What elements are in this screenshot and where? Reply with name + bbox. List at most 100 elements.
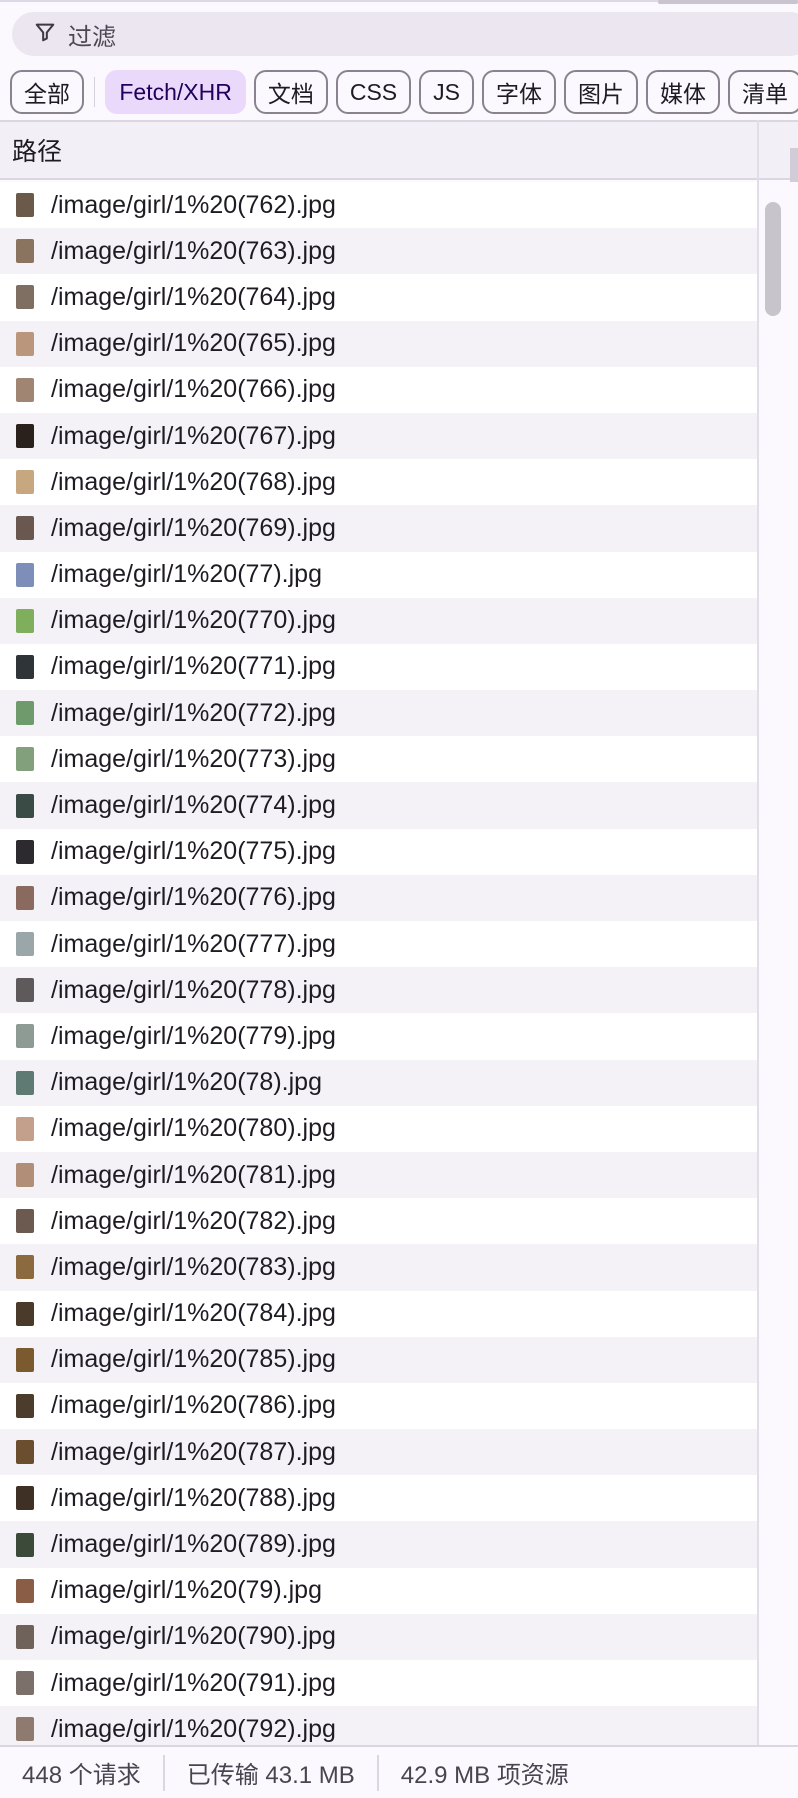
request-path: /image/girl/1%20(786).jpg xyxy=(51,1391,336,1420)
table-row[interactable]: /image/girl/1%20(776).jpg xyxy=(0,874,757,921)
image-thumbnail-icon xyxy=(16,1347,34,1372)
filter-chip[interactable]: 字体 xyxy=(482,70,556,114)
request-path: /image/girl/1%20(781).jpg xyxy=(51,1160,336,1189)
vertical-scrollbar-thumb[interactable] xyxy=(765,202,781,316)
image-thumbnail-icon xyxy=(16,1255,34,1280)
table-row[interactable]: /image/girl/1%20(79).jpg xyxy=(0,1567,757,1614)
filter-chip[interactable]: JS xyxy=(419,70,474,114)
table-row[interactable]: /image/girl/1%20(765).jpg xyxy=(0,320,757,367)
image-thumbnail-icon xyxy=(16,793,34,818)
table-row[interactable]: /image/girl/1%20(773).jpg xyxy=(0,736,757,783)
table-row[interactable]: /image/girl/1%20(785).jpg xyxy=(0,1336,757,1383)
table-row[interactable]: /image/girl/1%20(767).jpg xyxy=(0,412,757,460)
filter-chip[interactable]: Fetch/XHR xyxy=(105,70,246,114)
image-thumbnail-icon xyxy=(16,701,34,726)
request-path: /image/girl/1%20(79).jpg xyxy=(51,1576,322,1605)
image-thumbnail-icon xyxy=(16,1578,34,1603)
request-path: /image/girl/1%20(771).jpg xyxy=(51,652,336,681)
table-row[interactable]: /image/girl/1%20(784).jpg xyxy=(0,1290,757,1337)
request-path: /image/girl/1%20(779).jpg xyxy=(51,1021,336,1050)
image-thumbnail-icon xyxy=(16,1486,34,1511)
request-path: /image/girl/1%20(766).jpg xyxy=(51,375,336,404)
table-row[interactable]: /image/girl/1%20(766).jpg xyxy=(0,366,757,413)
table-row[interactable]: /image/girl/1%20(78).jpg xyxy=(0,1059,757,1106)
table-row[interactable]: /image/girl/1%20(778).jpg xyxy=(0,967,757,1014)
image-thumbnail-icon xyxy=(16,1532,34,1557)
image-thumbnail-icon xyxy=(16,1393,34,1418)
image-thumbnail-icon xyxy=(16,1624,34,1649)
table-row[interactable]: /image/girl/1%20(764).jpg xyxy=(0,274,757,321)
table-row[interactable]: /image/girl/1%20(786).jpg xyxy=(0,1382,757,1430)
request-path: /image/girl/1%20(77).jpg xyxy=(51,560,322,589)
request-path: /image/girl/1%20(774).jpg xyxy=(51,791,336,820)
table-row[interactable]: /image/girl/1%20(779).jpg xyxy=(0,1013,757,1060)
table-row[interactable]: /image/girl/1%20(769).jpg xyxy=(0,505,757,552)
panel-top-edge xyxy=(0,0,798,6)
request-path: /image/girl/1%20(782).jpg xyxy=(51,1206,336,1235)
image-thumbnail-icon xyxy=(16,377,34,402)
table-row[interactable]: /image/girl/1%20(791).jpg xyxy=(0,1660,757,1707)
filter-chip[interactable]: 文档 xyxy=(253,70,328,114)
table-row[interactable]: /image/girl/1%20(777).jpg xyxy=(0,921,757,968)
request-path: /image/girl/1%20(767).jpg xyxy=(51,421,336,450)
request-path: /image/girl/1%20(787).jpg xyxy=(51,1437,336,1466)
table-row[interactable]: /image/girl/1%20(788).jpg xyxy=(0,1475,757,1522)
request-path: /image/girl/1%20(780).jpg xyxy=(51,1114,336,1143)
table-row[interactable]: /image/girl/1%20(787).jpg xyxy=(0,1429,757,1476)
image-thumbnail-icon xyxy=(16,1070,34,1095)
image-thumbnail-icon xyxy=(16,978,34,1003)
image-thumbnail-icon xyxy=(16,1024,34,1049)
table-row[interactable]: /image/girl/1%20(780).jpg xyxy=(0,1105,757,1152)
filter-chip[interactable]: 媒体 xyxy=(646,70,720,114)
request-path: /image/girl/1%20(785).jpg xyxy=(51,1345,336,1374)
filter-chip[interactable]: 图片 xyxy=(564,70,638,114)
table-row[interactable]: /image/girl/1%20(775).jpg xyxy=(0,828,757,875)
table-row[interactable]: /image/girl/1%20(783).jpg xyxy=(0,1244,757,1291)
status-bar: 448 个请求 已传输 43.1 MB 42.9 MB 项资源 xyxy=(0,1745,798,1798)
image-thumbnail-icon xyxy=(16,1717,34,1742)
request-path: /image/girl/1%20(764).jpg xyxy=(51,282,336,311)
resource-type-filters: 全部 Fetch/XHR 文档 CSS JS 字体 图片 媒体 清单 xyxy=(10,70,798,114)
request-path: /image/girl/1%20(772).jpg xyxy=(51,698,336,727)
table-row[interactable]: /image/girl/1%20(792).jpg xyxy=(0,1706,757,1745)
filter-input[interactable]: 过滤 xyxy=(12,12,798,56)
image-thumbnail-icon xyxy=(16,562,34,587)
request-path: /image/girl/1%20(778).jpg xyxy=(51,975,336,1004)
request-path: /image/girl/1%20(763).jpg xyxy=(51,236,336,265)
header-column-resizer[interactable] xyxy=(757,120,798,184)
image-thumbnail-icon xyxy=(16,239,34,264)
request-list: /image/girl/1%20(762).jpg/image/girl/1%2… xyxy=(0,182,757,1745)
table-row[interactable]: /image/girl/1%20(789).jpg xyxy=(0,1521,757,1568)
table-row[interactable]: /image/girl/1%20(763).jpg xyxy=(0,228,757,275)
image-thumbnail-icon xyxy=(16,1671,34,1696)
image-thumbnail-icon xyxy=(16,839,34,864)
table-row[interactable]: /image/girl/1%20(772).jpg xyxy=(0,690,757,737)
request-path: /image/girl/1%20(788).jpg xyxy=(51,1483,336,1512)
filter-chip[interactable]: 清单 xyxy=(728,70,798,114)
image-thumbnail-icon xyxy=(16,1116,34,1141)
vertical-scrollbar-track[interactable] xyxy=(759,182,798,1745)
table-row[interactable]: /image/girl/1%20(762).jpg xyxy=(0,182,757,229)
path-header-label: 路径 xyxy=(12,138,63,166)
table-row[interactable]: /image/girl/1%20(771).jpg xyxy=(0,643,757,691)
request-path: /image/girl/1%20(762).jpg xyxy=(51,190,336,219)
request-path: /image/girl/1%20(770).jpg xyxy=(51,606,336,635)
table-row[interactable]: /image/girl/1%20(77).jpg xyxy=(0,551,757,598)
request-path: /image/girl/1%20(789).jpg xyxy=(51,1530,336,1559)
filter-chip[interactable]: CSS xyxy=(335,70,412,114)
table-row[interactable]: /image/girl/1%20(790).jpg xyxy=(0,1613,757,1660)
image-thumbnail-icon xyxy=(16,285,34,310)
image-thumbnail-icon xyxy=(16,608,34,633)
image-thumbnail-icon xyxy=(16,1209,34,1234)
path-column-header[interactable]: 路径 xyxy=(0,120,757,180)
image-thumbnail-icon xyxy=(16,932,34,957)
image-thumbnail-icon xyxy=(16,331,34,356)
table-row[interactable]: /image/girl/1%20(770).jpg xyxy=(0,597,757,644)
table-row[interactable]: /image/girl/1%20(782).jpg xyxy=(0,1198,757,1245)
table-row[interactable]: /image/girl/1%20(774).jpg xyxy=(0,782,757,829)
table-row[interactable]: /image/girl/1%20(781).jpg xyxy=(0,1151,757,1199)
request-count: 448 个请求 xyxy=(22,1762,141,1789)
filter-chip[interactable]: 全部 xyxy=(10,70,84,114)
horizontal-scroll-stub[interactable] xyxy=(658,0,798,4)
table-row[interactable]: /image/girl/1%20(768).jpg xyxy=(0,459,757,506)
